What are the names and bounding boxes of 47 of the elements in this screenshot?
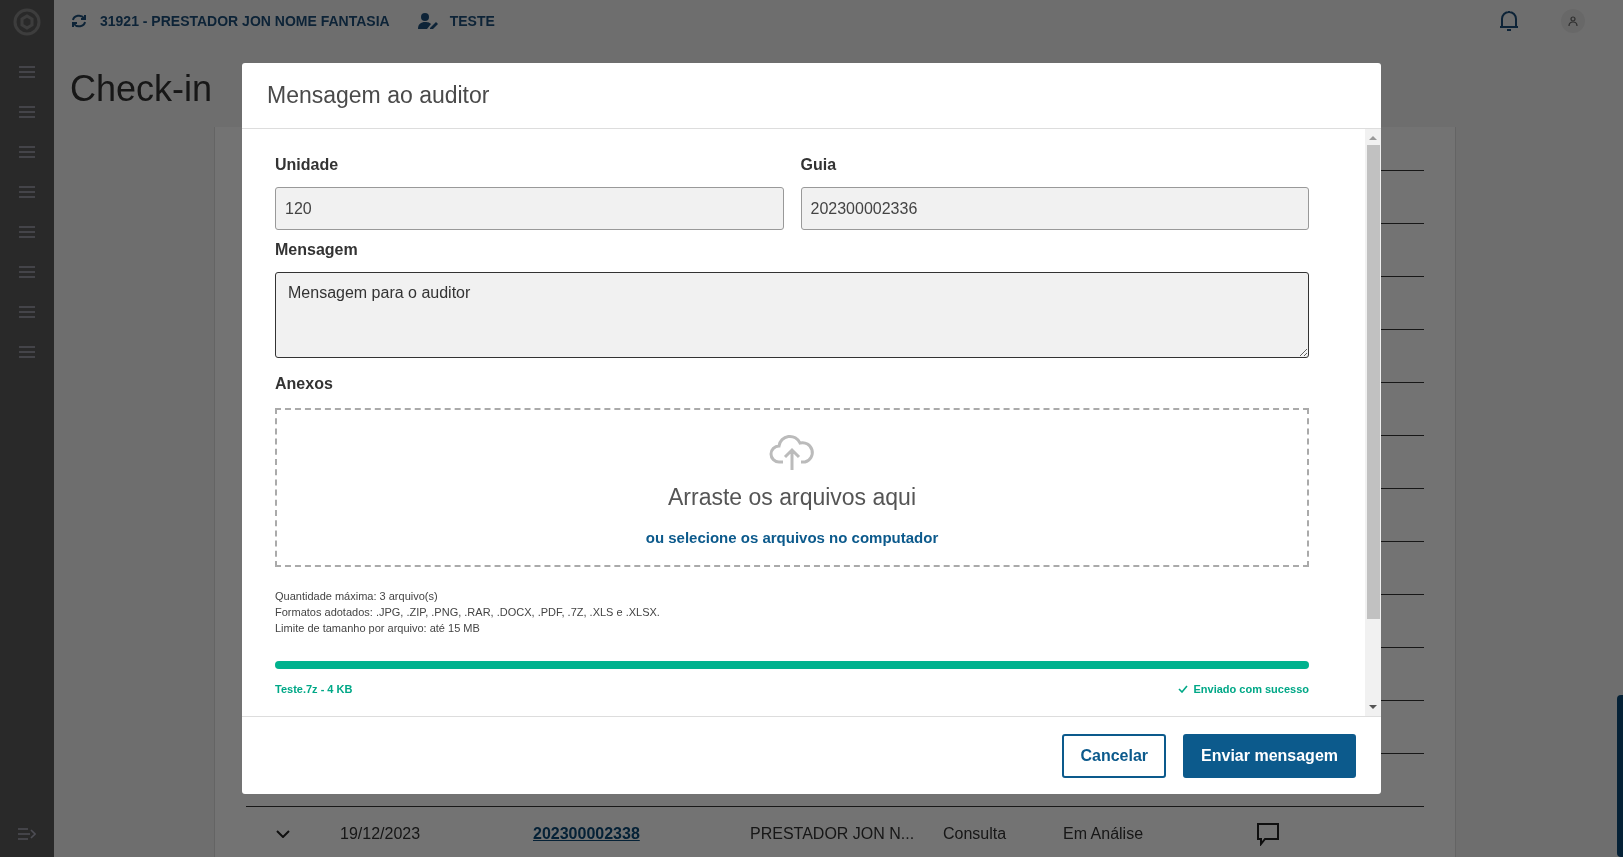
select-files-link[interactable]: ou selecione os arquivos no computador <box>645 526 939 549</box>
scroll-up-icon[interactable] <box>1369 135 1377 141</box>
checkmark-icon <box>1178 685 1189 694</box>
user-name: TESTE <box>449 11 495 31</box>
expand-menu-icon[interactable] <box>18 827 36 841</box>
menu-icon[interactable] <box>19 346 35 358</box>
menu-icon[interactable] <box>19 306 35 318</box>
field-label: Guia <box>800 155 838 175</box>
comment-icon[interactable] <box>1256 821 1280 846</box>
drop-zone[interactable]: Arraste os arquivos aqui ou selecione os arquivos no computador <box>275 408 1309 567</box>
table-cell-text: 19/12/2023 <box>340 823 422 844</box>
input-field[interactable]: 120 <box>275 187 784 230</box>
field-label: Unidade <box>275 155 340 175</box>
notification-bell-icon[interactable] <box>1499 10 1519 32</box>
field-label: Anexos <box>275 374 334 394</box>
user-edit-icon[interactable] <box>417 13 438 29</box>
dialog-title: Mensagem ao auditor <box>267 81 490 111</box>
drop-text: Arraste os arquivos aqui <box>668 483 916 512</box>
message-field[interactable]: Mensagem para o auditor <box>275 272 1309 358</box>
menu-icon[interactable] <box>19 186 35 198</box>
table-cell-text: Consulta <box>943 823 1008 844</box>
cancel-button[interactable]: Cancelar <box>1062 733 1167 778</box>
menu-icon[interactable] <box>19 106 35 118</box>
rule-text: Limite de tamanho por arquivo: até 15 MB <box>275 621 481 636</box>
menu-icon[interactable] <box>19 226 35 238</box>
field-label: Mensagem <box>275 240 359 260</box>
chevron-down-icon[interactable] <box>276 829 290 838</box>
scroll-down-icon[interactable] <box>1369 704 1377 710</box>
account-name: 31921 - PRESTADOR JON NOME FANTASIA <box>100 11 390 31</box>
page-title: Check-in <box>70 68 213 109</box>
rule-text: Formatos adotados: .JPG, .ZIP, .PNG, .RAR, .DOCX, .PDF, .7Z, .XLS e .XLSX. <box>275 605 661 620</box>
menu-icon[interactable] <box>19 66 35 78</box>
side-tab[interactable] <box>1617 695 1623 857</box>
swap-icon[interactable] <box>70 13 88 29</box>
file-name: Teste.7z - 4 KB <box>275 682 353 697</box>
cloud-upload-icon <box>769 432 815 472</box>
avatar-icon[interactable] <box>1561 9 1585 33</box>
menu-icon[interactable] <box>19 266 35 278</box>
upload-status: Enviado com sucesso <box>1193 682 1309 697</box>
scrollbar[interactable] <box>1365 129 1381 716</box>
menu-icon[interactable] <box>19 146 35 158</box>
table-cell-text: PRESTADOR JON N... <box>750 823 916 844</box>
scrollbar-thumb[interactable] <box>1366 145 1380 619</box>
input-field[interactable]: 202300002336 <box>800 187 1309 230</box>
send-button[interactable]: Enviar mensagem <box>1183 733 1356 778</box>
table-cell-text: Em Análise <box>1063 823 1145 844</box>
rule-text: Quantidade máxima: 3 arquivo(s) <box>275 589 439 604</box>
